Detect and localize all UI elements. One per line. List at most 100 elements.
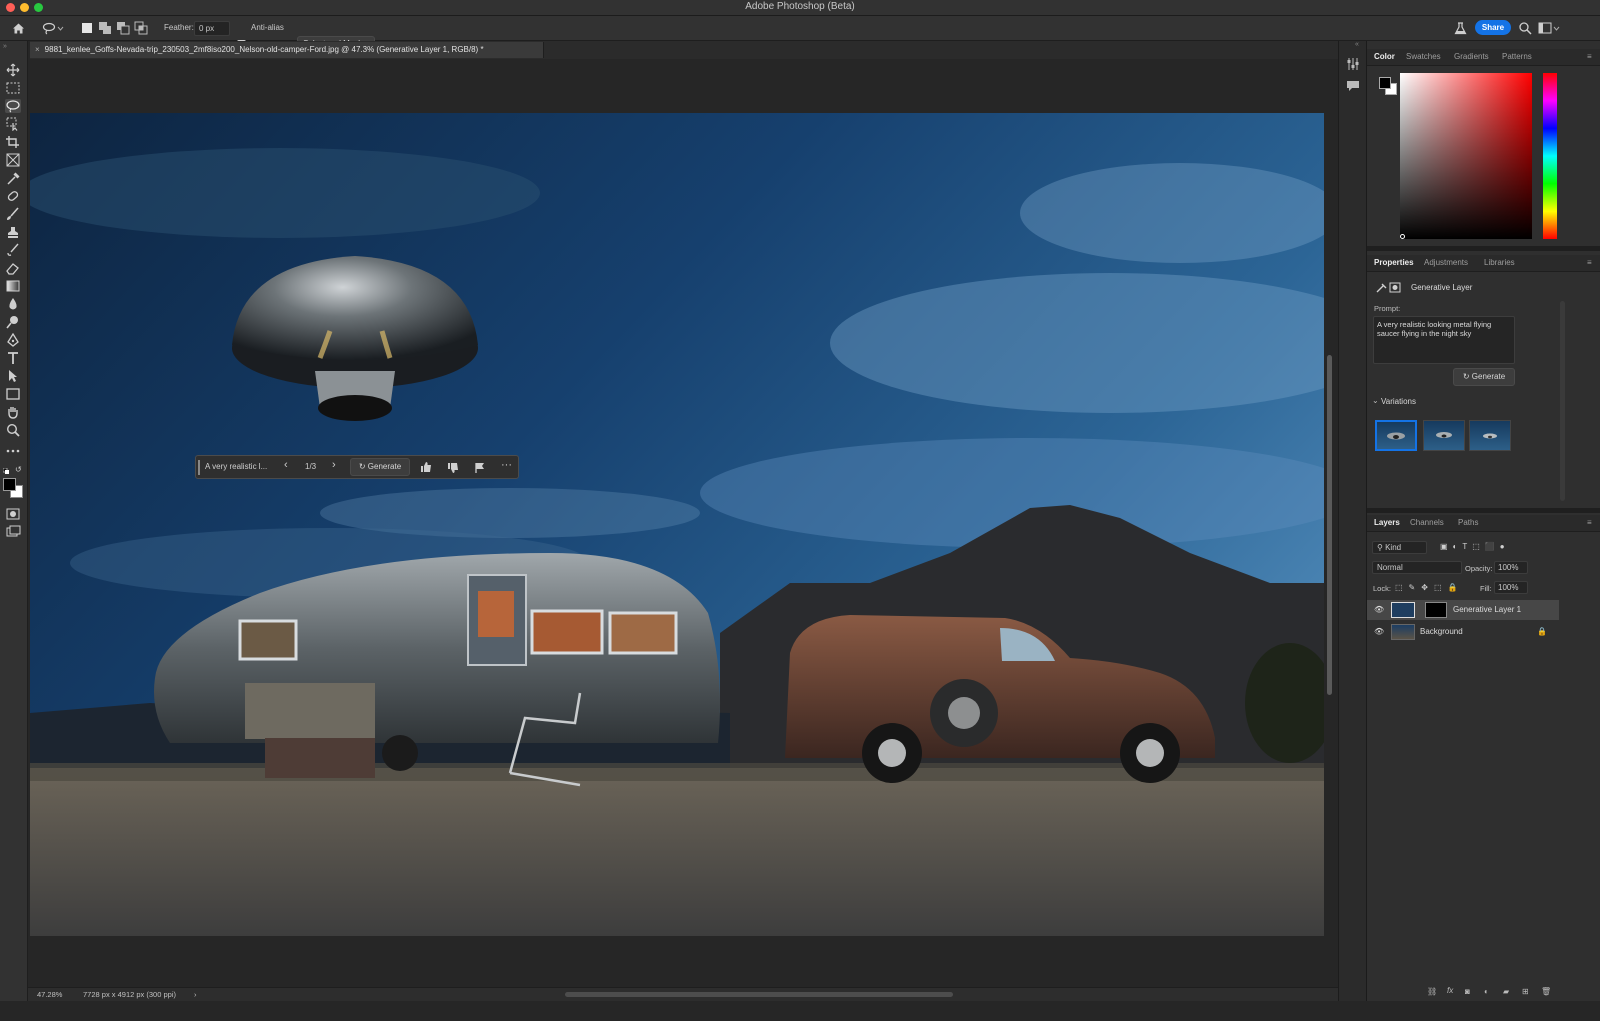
screen-mode-icon[interactable] (5, 525, 21, 539)
object-select-icon[interactable] (5, 117, 21, 132)
document-canvas[interactable] (30, 113, 1324, 936)
move-icon[interactable] (5, 63, 21, 77)
feather-input[interactable]: 0 px (194, 21, 230, 36)
beaker-icon[interactable] (1453, 21, 1468, 36)
tab-adjustments[interactable]: Adjustments (1424, 258, 1468, 267)
hue-slider[interactable] (1543, 73, 1557, 239)
eyedropper-icon[interactable] (5, 171, 21, 185)
blend-mode-select[interactable]: Normal (1372, 561, 1462, 574)
comments-icon[interactable] (1346, 79, 1360, 96)
lock-options-icons[interactable]: ⬚✎✥⬚🔒 (1395, 583, 1463, 592)
more-icon[interactable] (5, 444, 21, 458)
color-field[interactable] (1400, 73, 1532, 239)
previous-variation-icon[interactable]: ‹ (284, 459, 288, 471)
path-select-icon[interactable] (5, 369, 21, 383)
tab-layers[interactable]: Layers (1374, 518, 1400, 527)
next-variation-icon[interactable]: › (332, 459, 336, 471)
foreground-color-chip[interactable] (1379, 77, 1391, 89)
prompt-textarea[interactable]: A very realistic looking metal flying sa… (1373, 316, 1515, 364)
panel-menu-icon[interactable]: ≡ (1587, 258, 1592, 267)
link-layers-icon[interactable]: ⛓ (1427, 987, 1437, 996)
tab-properties[interactable]: Properties (1374, 258, 1414, 267)
crop-icon[interactable] (5, 135, 21, 149)
visibility-eye-icon[interactable]: 👁 (1374, 622, 1384, 642)
horizontal-scrollbar[interactable] (565, 992, 953, 997)
more-options-icon[interactable]: ··· (501, 459, 512, 471)
fx-icon[interactable]: fx (1447, 986, 1453, 995)
variation-thumbnail-1[interactable] (1375, 420, 1417, 451)
layer-row-background[interactable]: 👁 Background 🔒 (1367, 622, 1559, 642)
panel-menu-icon[interactable]: ≡ (1587, 52, 1592, 61)
layer-name[interactable]: Generative Layer 1 (1453, 600, 1521, 620)
thumbs-up-icon[interactable] (420, 461, 432, 476)
variations-chevron-icon[interactable]: ⌄ (1372, 396, 1379, 405)
status-menu-chevron-icon[interactable]: › (194, 988, 197, 1002)
tab-color[interactable]: Color (1374, 52, 1395, 61)
layer-filter-kind-select[interactable]: ⚲ Kind (1372, 541, 1427, 554)
layer-filter-icons[interactable]: ▣◐T⬚⬛● (1440, 542, 1510, 551)
intersect-selection-icon[interactable] (134, 21, 149, 36)
prompt-preview[interactable]: A very realistic l... (205, 462, 267, 471)
tab-swatches[interactable]: Swatches (1406, 52, 1441, 61)
brush-icon[interactable] (5, 207, 21, 221)
expand-panels-icon[interactable]: « (1355, 41, 1359, 48)
search-icon[interactable] (1518, 21, 1533, 36)
gradient-icon[interactable] (5, 279, 21, 293)
properties-scrollbar[interactable] (1560, 301, 1565, 501)
tab-gradients[interactable]: Gradients (1454, 52, 1489, 61)
layer-name[interactable]: Background (1420, 622, 1463, 642)
new-group-icon[interactable]: ▰ (1503, 987, 1509, 996)
add-mask-icon[interactable]: ◙ (1465, 987, 1470, 996)
quick-mask-icon[interactable] (5, 507, 21, 521)
eraser-icon[interactable] (5, 261, 21, 275)
generate-button[interactable]: ↻ Generate (350, 458, 410, 476)
lasso-tool-preset-icon[interactable] (42, 21, 64, 36)
zoom-level[interactable]: 47.28% (37, 988, 62, 1002)
color-picker-handle[interactable] (1400, 234, 1405, 239)
type-icon[interactable] (5, 351, 21, 365)
tab-patterns[interactable]: Patterns (1502, 52, 1532, 61)
dodge-icon[interactable] (5, 315, 21, 329)
blur-icon[interactable] (5, 297, 21, 311)
fill-input[interactable]: 100% (1494, 581, 1528, 594)
home-icon[interactable] (11, 21, 26, 36)
subtract-from-selection-icon[interactable] (116, 21, 131, 36)
layer-row-generative[interactable]: 👁 Generative Layer 1 (1367, 600, 1559, 620)
pen-icon[interactable] (5, 332, 21, 347)
collapse-toolbar-icon[interactable]: » (3, 43, 7, 50)
adjust-icon[interactable] (1346, 57, 1360, 74)
opacity-input[interactable]: 100% (1494, 561, 1528, 574)
variation-thumbnail-3[interactable] (1469, 420, 1511, 451)
add-to-selection-icon[interactable] (98, 21, 113, 36)
foreground-color-swatch[interactable] (3, 478, 16, 491)
thumbs-down-icon[interactable] (447, 462, 459, 477)
swap-colors-icon[interactable]: ↺ (15, 465, 22, 474)
close-tab-icon[interactable]: × (35, 45, 40, 54)
adjustment-layer-icon[interactable]: ◐ (1484, 987, 1489, 996)
tab-paths[interactable]: Paths (1458, 518, 1478, 527)
default-colors-icon[interactable] (2, 465, 9, 474)
hand-icon[interactable] (5, 405, 21, 419)
frame-icon[interactable] (5, 153, 21, 167)
vertical-scrollbar[interactable] (1327, 355, 1332, 695)
variation-thumbnail-2[interactable] (1423, 420, 1465, 451)
share-button[interactable]: Share (1475, 20, 1511, 35)
visibility-eye-icon[interactable]: 👁 (1374, 600, 1384, 620)
rectangle-icon[interactable] (5, 387, 21, 401)
new-layer-icon[interactable]: ⊞ (1522, 987, 1529, 996)
workspace-switcher-icon[interactable] (1538, 21, 1560, 36)
drag-handle[interactable] (198, 460, 200, 475)
history-brush-icon[interactable] (5, 243, 21, 257)
delete-layer-icon[interactable]: 🗑 (1541, 987, 1551, 996)
panel-menu-icon[interactable]: ≡ (1587, 518, 1592, 527)
document-tab[interactable]: × 9881_kenlee_Goffs-Nevada-trip_230503_2m… (30, 42, 544, 58)
marquee-icon[interactable] (5, 81, 21, 95)
stamp-icon[interactable] (5, 225, 21, 239)
zoom-icon[interactable] (5, 423, 21, 437)
flag-icon[interactable] (474, 462, 486, 477)
properties-generate-button[interactable]: ↻ Generate (1453, 368, 1515, 386)
tab-libraries[interactable]: Libraries (1484, 258, 1515, 267)
new-selection-icon[interactable] (80, 21, 95, 36)
lasso-icon[interactable] (5, 99, 21, 113)
healing-icon[interactable] (5, 189, 21, 203)
